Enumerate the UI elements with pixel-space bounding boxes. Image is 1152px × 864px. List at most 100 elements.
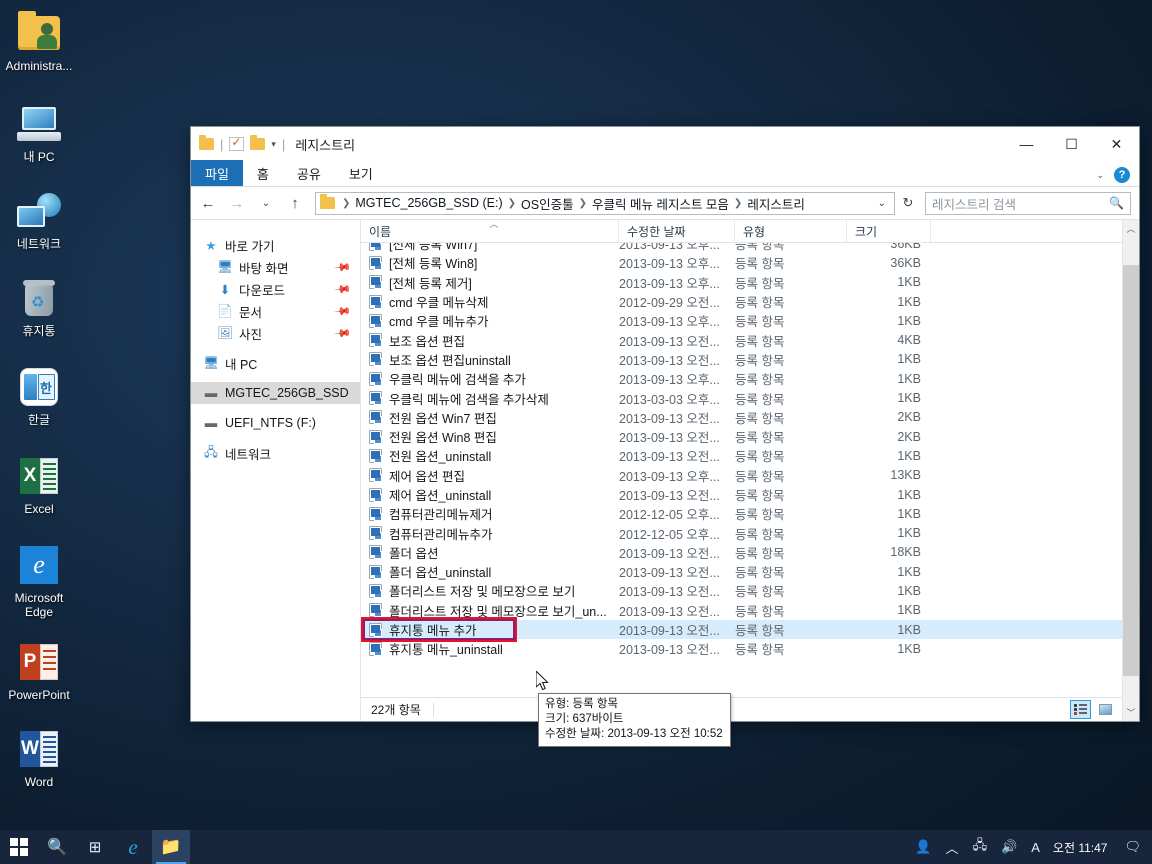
properties-icon[interactable] xyxy=(229,135,245,151)
pin-icon[interactable]: 📌 xyxy=(334,302,353,320)
vertical-scrollbar[interactable]: ︿ ﹀ xyxy=(1122,220,1139,721)
sidebar-item-quick-access[interactable]: ★ 바로 가기 xyxy=(191,234,360,256)
file-size-cell: 1KB xyxy=(897,641,921,656)
sidebar-item-network[interactable]: 🖧 네트워크 xyxy=(191,442,360,464)
task-view-button[interactable]: ⊞ xyxy=(76,830,114,864)
details-view-button[interactable] xyxy=(1070,700,1091,719)
search-box[interactable]: 레지스트리 검색 🔍 xyxy=(925,191,1131,215)
sidebar-item-documents[interactable]: 📄 문서 📌 xyxy=(191,300,360,322)
new-folder-icon[interactable] xyxy=(250,135,266,150)
help-icon[interactable]: ? xyxy=(1114,167,1130,183)
tab-view[interactable]: 보기 xyxy=(335,160,387,186)
table-row[interactable]: 우클릭 메뉴에 검색을 추가삭제 2013-03-03 오후... 등록 항목 1KB xyxy=(361,388,1122,407)
table-row[interactable]: 휴지통 메뉴_uninstall 2013-09-13 오전... 등록 항목 1KB xyxy=(361,639,1122,658)
sidebar-item-my-pc[interactable]: 🖥 내 PC xyxy=(191,352,360,374)
desktop-icon-administrator[interactable]: Administra... xyxy=(0,4,78,73)
maximize-button[interactable]: ☐ xyxy=(1049,127,1094,161)
scrollbar-thumb[interactable] xyxy=(1122,265,1139,676)
sidebar-item-downloads[interactable]: ⬇ 다운로드 📌 xyxy=(191,278,360,300)
table-row[interactable]: 컴퓨터관리메뉴추가 2012-12-05 오후... 등록 항목 1KB xyxy=(361,523,1122,542)
window-title-bar[interactable]: | ▾ | 레지스트리 — ☐ ✕ xyxy=(191,127,1139,161)
table-row[interactable]: [전체 등록 Win7] 2013-09-13 오후... 등록 항목 36KB xyxy=(361,243,1122,253)
recent-locations-chevron-down-icon[interactable]: ⌄ xyxy=(253,190,279,216)
ribbon-expand-chevron-down-icon[interactable]: ⌄ xyxy=(1096,170,1104,181)
table-row[interactable]: 전원 옵션 Win8 편집 2013-09-13 오전... 등록 항목 2KB xyxy=(361,427,1122,446)
table-row[interactable]: 제어 옵션_uninstall 2013-09-13 오전... 등록 항목 1KB xyxy=(361,485,1122,504)
start-button[interactable] xyxy=(0,830,38,864)
table-row[interactable]: cmd 우클 메뉴추가 2013-09-13 오후... 등록 항목 1KB xyxy=(361,311,1122,330)
table-row[interactable]: 휴지통 메뉴 추가 2013-09-13 오전... 등록 항목 1KB xyxy=(361,619,1122,640)
desktop-icon-my-pc[interactable]: 내 PC xyxy=(0,95,78,164)
breadcrumb-item-os[interactable]: OS인증툴 xyxy=(521,194,574,213)
folder-icon[interactable] xyxy=(199,135,214,150)
address-bar[interactable]: ❯ MGTEC_256GB_SSD (E:) ❯ OS인증툴 ❯ 우클릭 메뉴 … xyxy=(315,191,895,215)
column-header-type[interactable]: 유형 xyxy=(735,220,847,242)
desktop-icon: 🖥 xyxy=(217,259,233,274)
divider xyxy=(432,702,434,717)
breadcrumb-item-drive[interactable]: MGTEC_256GB_SSD (E:) xyxy=(355,196,502,210)
search-input[interactable]: 레지스트리 검색 xyxy=(932,194,1016,213)
column-header-size[interactable]: 크기 xyxy=(847,220,931,242)
file-list-rows[interactable]: [전체 등록 Win7] 2013-09-13 오후... 등록 항목 36KB [전체… xyxy=(361,243,1122,697)
pin-icon[interactable]: 📌 xyxy=(334,258,353,276)
search-button[interactable]: 🔍 xyxy=(38,830,76,864)
large-icons-view-button[interactable] xyxy=(1095,700,1116,719)
table-row[interactable]: [전체 등록 Win8] 2013-09-13 오후... 등록 항목 36KB xyxy=(361,253,1122,272)
column-header-name[interactable]: 이름 ︿ xyxy=(361,220,619,242)
table-row[interactable]: 전원 옵션_uninstall 2013-09-13 오전... 등록 항목 1KB xyxy=(361,446,1122,465)
volume-icon[interactable]: 🔊 xyxy=(994,830,1024,864)
pin-icon[interactable]: 📌 xyxy=(334,280,353,298)
table-row[interactable]: 제어 옵션 편집 2013-09-13 오후... 등록 항목 13KB xyxy=(361,466,1122,485)
table-row[interactable]: [전체 등록 제거] 2013-09-13 오후... 등록 항목 1KB xyxy=(361,273,1122,292)
breadcrumb-item-collection[interactable]: 우클릭 메뉴 레지스트 모음 xyxy=(592,194,729,213)
file-explorer-button[interactable]: 📁 xyxy=(152,830,190,864)
table-row[interactable]: 폴더리스트 저장 및 메모장으로 보기_un... 2013-09-13 오전..… xyxy=(361,601,1122,620)
desktop-icon-excel[interactable]: X Excel xyxy=(0,447,78,516)
tab-file[interactable]: 파일 xyxy=(191,160,243,186)
notification-icon[interactable]: 🗨 xyxy=(1117,830,1148,864)
forward-button[interactable]: → xyxy=(224,190,250,216)
minimize-button[interactable]: — xyxy=(1004,127,1049,161)
sidebar-item-uefi-ntfs[interactable]: ▬ UEFI_NTFS (F:) xyxy=(191,412,360,434)
ime-indicator[interactable]: A xyxy=(1024,830,1047,864)
column-header-date[interactable]: 수정한 날짜 xyxy=(619,220,735,242)
refresh-button[interactable]: ↻ xyxy=(898,195,918,211)
sidebar-item-desktop[interactable]: 🖥 바탕 화면 📌 xyxy=(191,256,360,278)
show-hidden-icons-icon[interactable]: ︿ xyxy=(939,830,966,864)
scrollbar-track[interactable] xyxy=(1122,237,1139,704)
sidebar-item-mgtec-ssd[interactable]: ▬ MGTEC_256GB_SSD xyxy=(191,382,360,404)
table-row[interactable]: 보조 옵션 편집 2013-09-13 오전... 등록 항목 4KB xyxy=(361,330,1122,349)
desktop-icon-powerpoint[interactable]: P PowerPoint xyxy=(0,633,78,702)
table-row[interactable]: 폴더리스트 저장 및 메모장으로 보기 2013-09-13 오전... 등록 항목… xyxy=(361,581,1122,600)
table-row[interactable]: 보조 옵션 편집uninstall 2013-09-13 오전... 등록 항목 1K… xyxy=(361,350,1122,369)
table-row[interactable]: 폴더 옵션_uninstall 2013-09-13 오전... 등록 항목 1KB xyxy=(361,562,1122,581)
breadcrumb-item-current[interactable]: 레지스트리 xyxy=(747,194,805,213)
clock[interactable]: 오전 11:47 xyxy=(1047,830,1118,864)
table-row[interactable]: 폴더 옵션 2013-09-13 오전... 등록 항목 18KB xyxy=(361,543,1122,562)
desktop-icon-recycle-bin[interactable]: ♻ 휴지통 xyxy=(0,269,78,338)
file-type-cell: 등록 항목 xyxy=(735,604,785,619)
table-row[interactable]: 우클릭 메뉴에 검색을 추가 2013-09-13 오후... 등록 항목 1KB xyxy=(361,369,1122,388)
table-row[interactable]: 컴퓨터관리메뉴제거 2012-12-05 오후... 등록 항목 1KB xyxy=(361,504,1122,523)
desktop-icon-network[interactable]: 네트워크 xyxy=(0,182,78,251)
search-icon[interactable]: 🔍 xyxy=(1109,196,1124,210)
tab-home[interactable]: 홈 xyxy=(243,160,283,186)
up-button[interactable]: ↑ xyxy=(282,190,308,216)
table-row[interactable]: cmd 우클 메뉴삭제 2012-09-29 오전... 등록 항목 1KB xyxy=(361,292,1122,311)
close-button[interactable]: ✕ xyxy=(1094,127,1139,161)
sidebar-item-pictures[interactable]: 🖼 사진 📌 xyxy=(191,322,360,344)
scroll-up-button[interactable]: ︿ xyxy=(1122,220,1139,237)
chevron-down-icon[interactable]: ▾ xyxy=(271,139,276,150)
desktop-icon-edge[interactable]: e Microsoft Edge xyxy=(0,536,78,619)
back-button[interactable]: ← xyxy=(195,190,221,216)
desktop-icon-hangul[interactable]: 한 한글 xyxy=(0,358,78,427)
desktop-icon-word[interactable]: W Word xyxy=(0,720,78,789)
tab-share[interactable]: 공유 xyxy=(283,160,335,186)
scroll-down-button[interactable]: ﹀ xyxy=(1122,704,1139,721)
network-icon[interactable]: 🖧 xyxy=(966,830,995,864)
pin-icon[interactable]: 📌 xyxy=(334,324,353,342)
table-row[interactable]: 전원 옵션 Win7 편집 2013-09-13 오전... 등록 항목 2KB xyxy=(361,408,1122,427)
people-icon[interactable]: 👤 xyxy=(908,830,938,864)
edge-button[interactable]: e xyxy=(114,830,152,864)
address-chevron-down-icon[interactable]: ⌄ xyxy=(872,198,892,209)
